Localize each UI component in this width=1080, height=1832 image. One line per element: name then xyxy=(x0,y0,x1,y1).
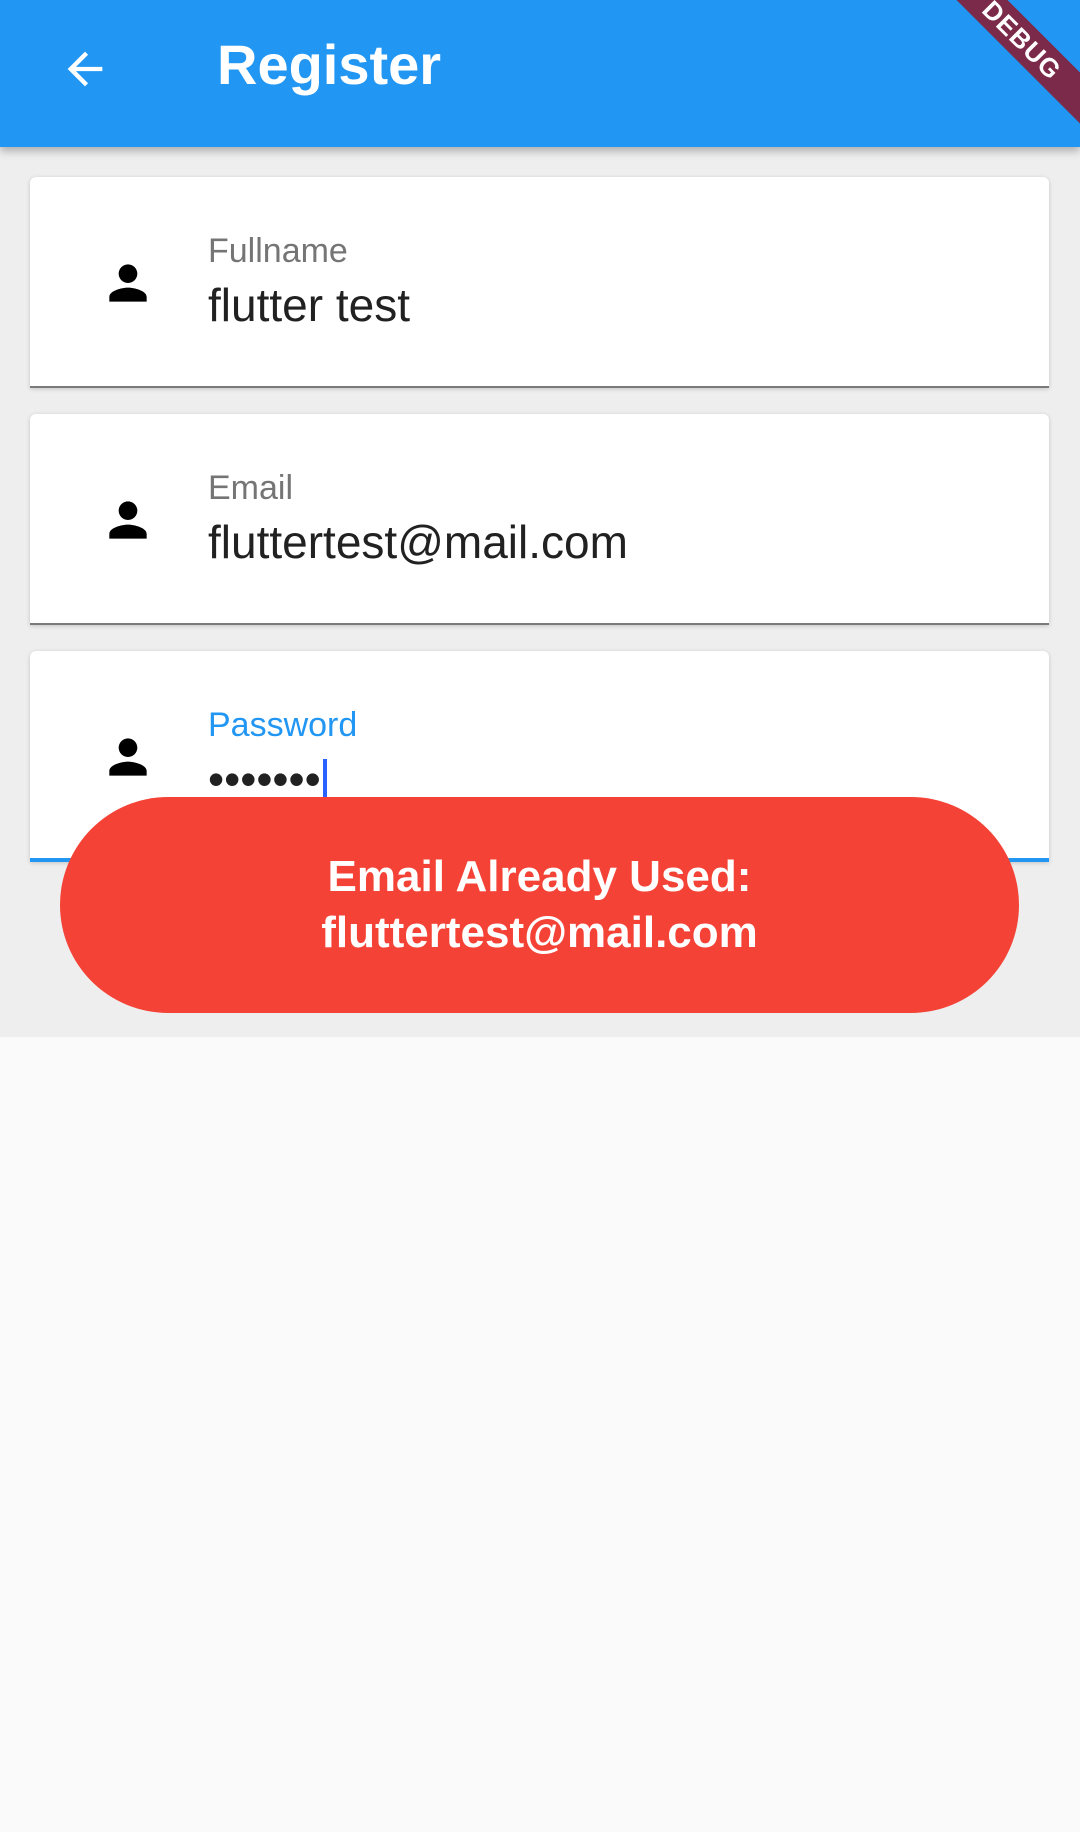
person-icon xyxy=(109,264,147,302)
person-icon xyxy=(109,501,147,539)
debug-banner: DEBUG xyxy=(940,0,1080,140)
back-button[interactable] xyxy=(43,27,127,111)
password-label: Password xyxy=(208,706,358,744)
page-title: Register xyxy=(217,33,442,96)
email-field[interactable]: Email fluttertest@mail.com xyxy=(30,414,1049,625)
person-icon xyxy=(109,738,147,776)
email-underline xyxy=(30,623,1049,625)
fullname-label: Fullname xyxy=(208,232,348,270)
arrow-back-icon xyxy=(67,51,103,87)
email-label: Email xyxy=(208,469,294,507)
fullname-field[interactable]: Fullname flutter test xyxy=(30,177,1049,388)
snackbar-message: Email Already Used: fluttertest@mail.com xyxy=(321,852,758,957)
error-snackbar[interactable]: Email Already Used: fluttertest@mail.com xyxy=(60,797,1019,1013)
fullname-input[interactable]: flutter test xyxy=(208,277,410,333)
app-bar: Register xyxy=(0,0,1080,147)
email-input[interactable]: fluttertest@mail.com xyxy=(208,514,628,570)
fullname-underline xyxy=(30,386,1049,388)
debug-ribbon-label: DEBUG xyxy=(940,0,1080,138)
text-caret xyxy=(322,759,327,799)
